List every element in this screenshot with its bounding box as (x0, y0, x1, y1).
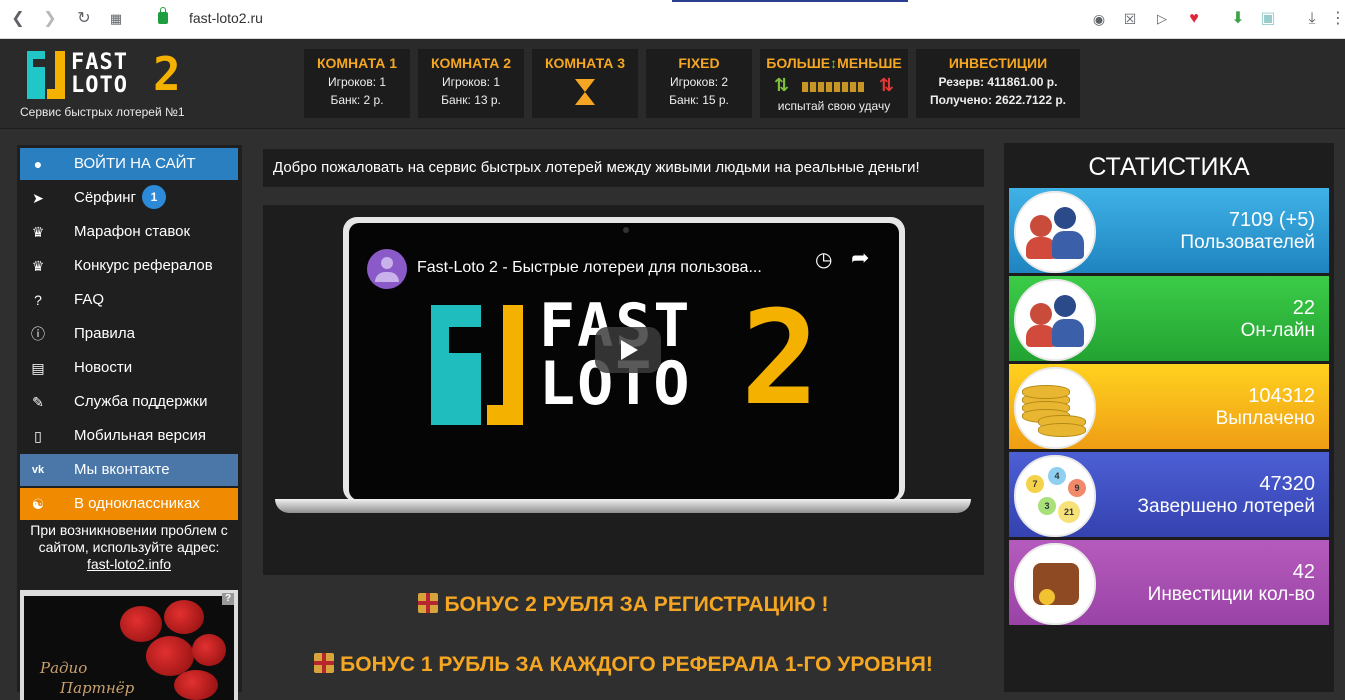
download-extension-icon[interactable]: ⬇ (1228, 9, 1248, 29)
radio-partner-banner[interactable]: Радио Партнёр ? (20, 590, 238, 700)
site-header: FAST LOTO 2 Сервис быстрых лотерей №1 КО… (0, 39, 1345, 129)
trophy-icon: ♛ (31, 224, 45, 240)
video-logo-number: 2 (741, 282, 820, 434)
notification-badge: 1 (142, 185, 166, 209)
sidebar-item-faq[interactable]: ? FAQ (20, 284, 238, 316)
user-icon: ● (33, 156, 43, 172)
sidebar-item-ok[interactable]: ☯ В одноклассниках (20, 488, 238, 520)
browser-toolbar: ❮ ❯ ↻ ▦ fast-loto2.ru ◉ ☒ ▷ ♥ ⬇ ▣ ⤓ ⋮ (0, 0, 1345, 39)
cube-icon[interactable]: ▣ (1258, 9, 1278, 29)
downloads-icon[interactable]: ⤓ (1302, 9, 1322, 29)
stat-paid: 104312 Выплачено (1009, 364, 1329, 449)
users-online-icon (1014, 279, 1096, 361)
room-2-box[interactable]: КОМНАТА 2 Игроков: 1 Банк: 13 р. (418, 49, 524, 118)
sidebar-item-surfing[interactable]: ➤ Сёрфинг 1 (20, 182, 238, 214)
channel-avatar[interactable] (367, 249, 407, 289)
bonus-registration: БОНУС 2 РУБЛЯ ЗА РЕГИСТРАЦИЮ ! (263, 593, 984, 617)
address-bar[interactable]: fast-loto2.ru (189, 10, 263, 26)
laptop-frame: Fast-Loto 2 - Быстрые лотереи для пользо… (343, 217, 905, 502)
stat-online: 22 Он-лайн (1009, 276, 1329, 361)
mobile-icon: ▯ (34, 428, 42, 444)
sidebar-item-vk[interactable]: vk Мы вконтакте (20, 454, 238, 486)
heart-icon[interactable]: ♥ (1184, 9, 1204, 29)
pencil-icon: ✎ (32, 394, 44, 410)
logo-text: FAST LOTO (71, 50, 128, 98)
sidebar-item-login[interactable]: ● ВОЙТИ НА САЙТ (20, 148, 238, 180)
lottery-balls-icon: 7 4 9 3 21 (1014, 455, 1096, 537)
gift-icon (314, 653, 335, 673)
fixed-room-box[interactable]: FIXED Игроков: 2 Банк: 15 р. (646, 49, 752, 118)
site-tagline: Сервис быстрых лотерей №1 (20, 105, 185, 119)
reload-icon[interactable]: ↻ (74, 9, 94, 29)
info-icon: ⓘ (31, 326, 45, 342)
room-3-box[interactable]: КОМНАТА 3 (532, 49, 638, 118)
sidebar-item-support[interactable]: ✎ Служба поддержки (20, 386, 238, 418)
stat-users: 7109 (+5) Пользователей (1009, 188, 1329, 273)
sidebar-item-referral-contest[interactable]: ♛ Конкурс рефералов (20, 250, 238, 282)
bonus-referral: БОНУС 1 РУБЛЬ ЗА КАЖДОГО РЕФЕРАЛА 1-ГО У… (263, 653, 984, 677)
mirror-link[interactable]: fast-loto2.info (87, 556, 171, 572)
radio-banner-image: Радио Партнёр (24, 596, 234, 700)
stat-investments: 42 Инвестиции кол-во (1009, 540, 1329, 625)
tab-indicator (672, 0, 908, 2)
camera-icon[interactable]: ◉ (1089, 9, 1109, 29)
play-button[interactable] (595, 327, 661, 373)
more-less-box[interactable]: БОЛЬШЕ↕МЕНЬШЕ ⇅ ⇅ испытай свою удачу (760, 49, 908, 118)
video-title[interactable]: Fast-Loto 2 - Быстрые лотереи для пользо… (417, 259, 762, 277)
watch-later-icon[interactable]: ◷ (815, 247, 832, 272)
users-icon (1014, 191, 1096, 273)
laptop-base (275, 499, 971, 513)
statistics-title: СТАТИСТИКА (1088, 153, 1250, 181)
logo-number: 2 (153, 47, 181, 101)
forward-icon[interactable]: ❯ (40, 9, 60, 29)
menu-icon[interactable]: ⋮ (1328, 9, 1345, 29)
sidebar-item-news[interactable]: ▤ Новости (20, 352, 238, 384)
shield-icon[interactable]: ☒ (1120, 9, 1140, 29)
sidebar-item-mobile[interactable]: ▯ Мобильная версия (20, 420, 238, 452)
video-player[interactable]: Fast-Loto 2 - Быстрые лотереи для пользо… (349, 223, 899, 500)
coins-icon (1014, 367, 1096, 449)
news-icon: ▤ (31, 360, 45, 376)
stat-lotteries: 7 4 9 3 21 47320 Завершено лотерей (1009, 452, 1329, 537)
sort-up-icon: ⇅ (774, 75, 790, 95)
sidebar-item-rules[interactable]: ⓘ Правила (20, 318, 238, 350)
sidebar-item-marathon[interactable]: ♛ Марафон ставок (20, 216, 238, 248)
ok-icon: ☯ (31, 496, 45, 512)
cursor-icon: ➤ (32, 190, 44, 206)
sort-down-icon: ⇅ (878, 75, 894, 95)
vk-icon: vk (31, 464, 45, 476)
trophy-icon: ♛ (31, 258, 45, 274)
share-icon[interactable]: ➦ (851, 245, 869, 271)
logo-mark (27, 51, 67, 99)
question-icon: ? (34, 292, 42, 308)
statistics-panel: СТАТИСТИКА 7109 (+5) Пользователей 22 Он… (1004, 143, 1334, 692)
video-section: Fast-Loto 2 - Быстрые лотереи для пользо… (263, 205, 984, 575)
investments-box[interactable]: ИНВЕСТИЦИИ Резерв: 411861.00 р. Получено… (916, 49, 1080, 118)
mirror-notice: При возникновении проблем с сайтом, испо… (30, 522, 228, 572)
more-less-title: БОЛЬШЕ↕МЕНЬШЕ (766, 55, 902, 71)
gift-icon (418, 593, 439, 613)
wallet-icon (1014, 543, 1096, 625)
lock-icon[interactable] (158, 7, 168, 24)
video-logo-f (431, 305, 481, 425)
back-icon[interactable]: ❮ (8, 9, 28, 29)
hourglass-icon (575, 79, 595, 105)
room-1-box[interactable]: КОМНАТА 1 Игроков: 1 Банк: 2 р. (304, 49, 410, 118)
welcome-banner: Добро пожаловать на сервис быстрых лотер… (263, 149, 984, 187)
sidebar: ● ВОЙТИ НА САЙТ ➤ Сёрфинг 1 ♛ Марафон ста… (17, 145, 242, 700)
radio-caption: Радио Партнёр (40, 659, 135, 697)
send-icon[interactable]: ▷ (1152, 9, 1172, 29)
video-logo-j (487, 305, 523, 425)
tabs-grid-icon[interactable]: ▦ (106, 9, 126, 29)
help-icon[interactable]: ? (222, 593, 234, 605)
site-logo[interactable]: FAST LOTO 2 (27, 47, 187, 101)
level-bars (802, 82, 864, 92)
